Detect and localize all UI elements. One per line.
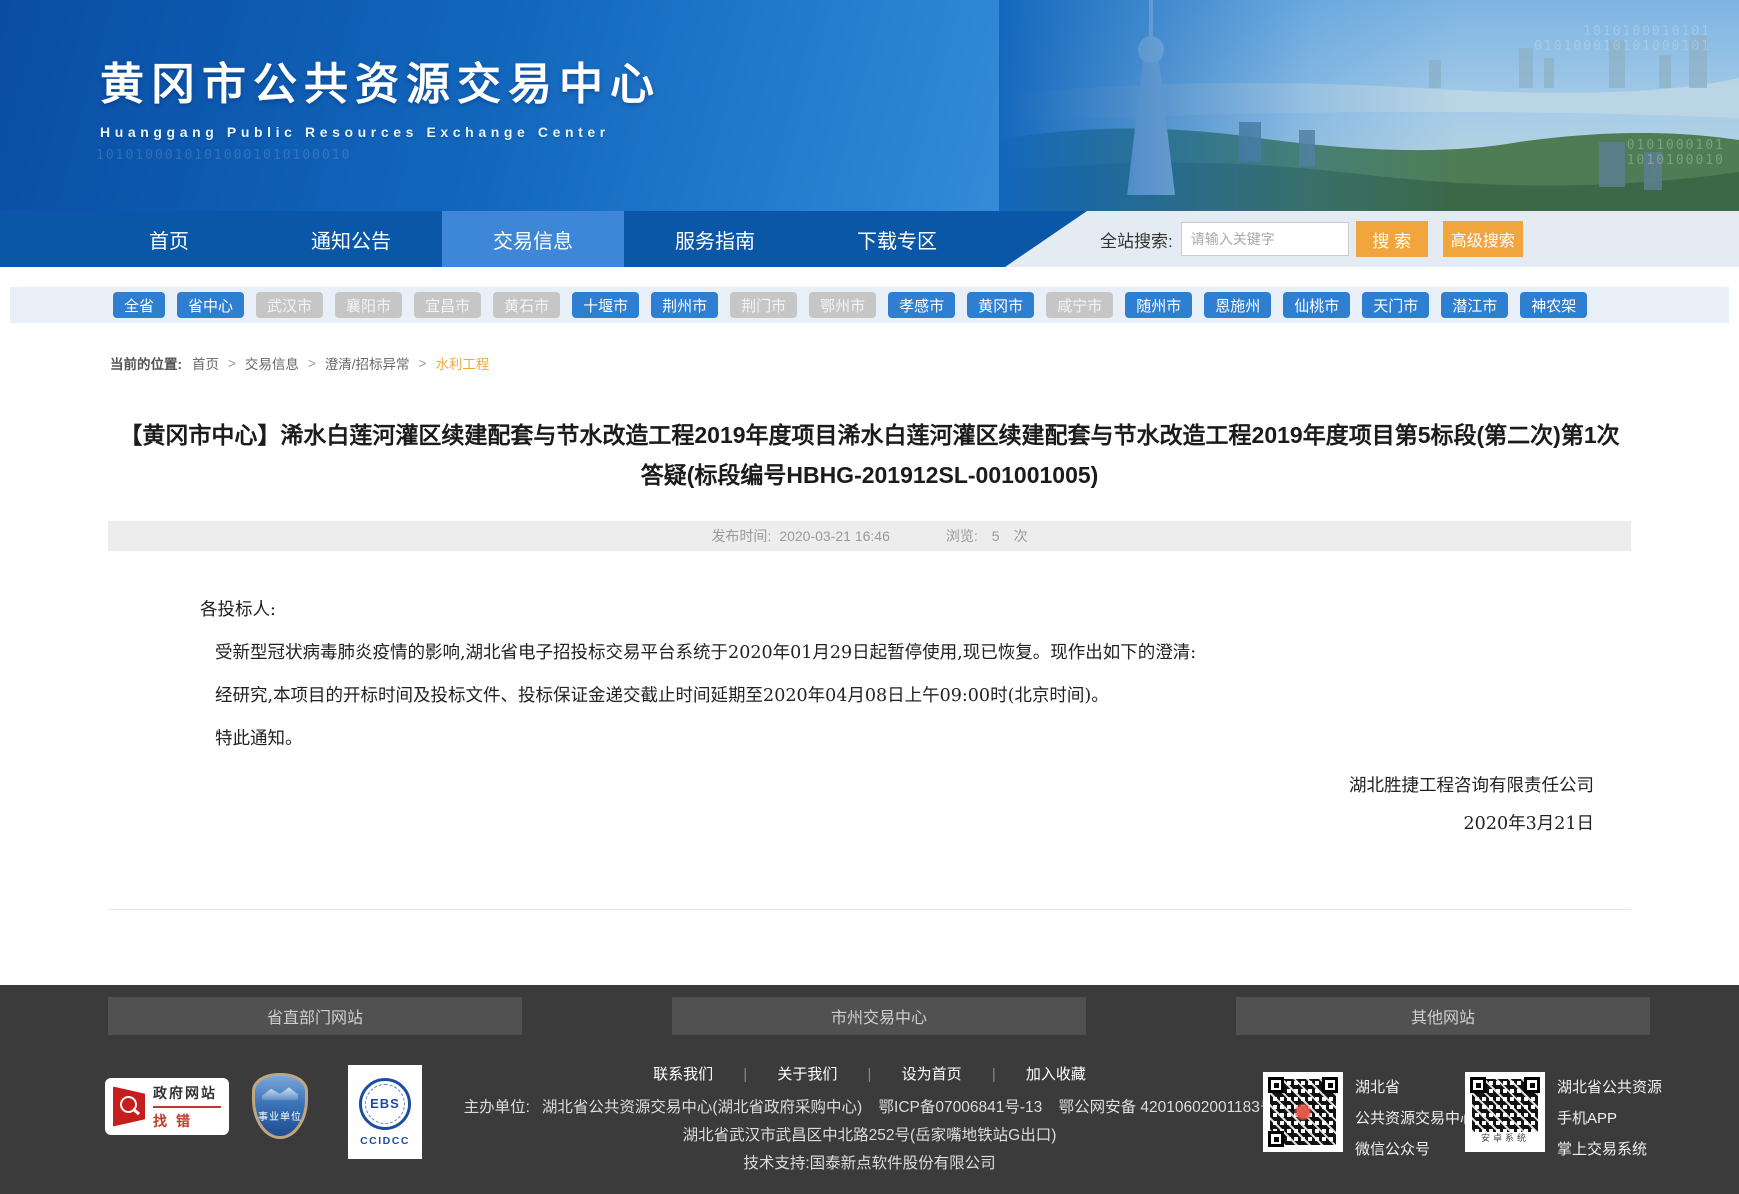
region-button[interactable]: 荆门市 xyxy=(730,292,797,318)
gov-site-error-line1: 政府网站 xyxy=(153,1083,221,1108)
region-button[interactable]: 孝感市 xyxy=(888,292,955,318)
nav-item-downloads[interactable]: 下载专区 xyxy=(806,211,988,267)
article-paragraph: 经研究,本项目的开标时间及投标文件、投标保证金递交截止时间延期至2020年04月… xyxy=(200,675,1599,718)
gov-site-error-text: 政府网站 找错 xyxy=(153,1083,221,1131)
main-navbar: 首页 通知公告 交易信息 服务指南 下载专区 全站搜索: 搜 索 高级搜索 xyxy=(0,211,1739,267)
nav-item-service-guide[interactable]: 服务指南 xyxy=(624,211,806,267)
region-button[interactable]: 鄂州市 xyxy=(809,292,876,318)
gov-site-error-report-badge[interactable]: 政府网站 找错 xyxy=(105,1078,229,1135)
breadcrumb-item-trade-info[interactable]: 交易信息 xyxy=(245,353,299,373)
breadcrumb-separator: > xyxy=(228,356,236,371)
views-label: 浏览: xyxy=(946,526,978,546)
public-security-license-link[interactable]: 鄂公网安备 42010602001183号 xyxy=(1059,1099,1276,1116)
content-divider xyxy=(108,909,1631,910)
region-button[interactable]: 仙桃市 xyxy=(1283,292,1350,318)
icp-license-link[interactable]: 鄂ICP备07006841号-13 xyxy=(879,1099,1043,1116)
article-paragraph: 特此通知。 xyxy=(200,718,1599,761)
footer-link-separator: | xyxy=(868,1066,872,1083)
region-button[interactable]: 天门市 xyxy=(1362,292,1429,318)
views-unit: 次 xyxy=(1014,526,1028,546)
nav-item-home[interactable]: 首页 xyxy=(78,211,260,267)
wechat-qr-code-image xyxy=(1263,1072,1343,1152)
site-title: 黄冈市公共资源交易中心 xyxy=(100,48,661,112)
ebs-caption: CCIDCC xyxy=(360,1135,410,1147)
region-filter-strip: 全省 省中心 武汉市 襄阳市 宜昌市 黄石市 十堰市 荆州市 荆门市 鄂州市 孝… xyxy=(10,287,1729,323)
region-button[interactable]: 省中心 xyxy=(177,292,244,318)
wechat-qr-labels: 湖北省 公共资源交易中心 微信公众号 xyxy=(1355,1072,1475,1165)
site-tab-city-centers[interactable]: 市州交易中心 xyxy=(672,997,1086,1035)
region-button[interactable]: 黄石市 xyxy=(493,292,560,318)
nav-item-trade-info[interactable]: 交易信息 xyxy=(442,211,624,267)
region-button[interactable]: 宜昌市 xyxy=(414,292,481,318)
breadcrumb-item-water-projects[interactable]: 水利工程 xyxy=(435,353,489,373)
organizer-name: 湖北省公共资源交易中心(湖北省政府采购中心) xyxy=(542,1099,862,1116)
binary-pattern: 10101000101010001010100010 xyxy=(96,148,352,163)
region-button[interactable]: 十堰市 xyxy=(572,292,639,318)
article-salutation: 各投标人: xyxy=(200,589,1599,632)
gov-site-error-line2: 找错 xyxy=(153,1111,221,1131)
article-paragraph: 受新型冠状病毒肺炎疫情的影响,湖北省电子招投标交易平台系统于2020年01月29… xyxy=(200,632,1599,675)
page: 1010100010101 010100010101000101 0101000… xyxy=(0,0,1739,1194)
android-caption: 安卓系统 xyxy=(1472,1132,1538,1145)
signature-date: 2020年3月21日 xyxy=(0,805,1594,843)
region-button[interactable]: 黄冈市 xyxy=(967,292,1034,318)
ebs-ring-icon: EBS xyxy=(359,1078,411,1130)
breadcrumb-item-clarification[interactable]: 澄清/招标异常 xyxy=(325,353,410,373)
region-button[interactable]: 随州市 xyxy=(1125,292,1192,318)
binary-pattern: 0101000101 1010100010 xyxy=(1627,138,1725,168)
app-qr-group: 安卓系统 湖北省公共资源 手机APP 掌上交易系统 xyxy=(1465,1072,1662,1165)
footer-link-add-favorite[interactable]: 加入收藏 xyxy=(1026,1066,1086,1083)
footer-link-separator: | xyxy=(743,1066,747,1083)
site-tab-other-sites[interactable]: 其他网站 xyxy=(1236,997,1650,1035)
region-button[interactable]: 全省 xyxy=(113,292,165,318)
views-count: 5 xyxy=(992,528,1000,544)
region-button[interactable]: 荆州市 xyxy=(651,292,718,318)
wechat-qr-group: 湖北省 公共资源交易中心 微信公众号 xyxy=(1263,1072,1475,1165)
ebs-certification-badge[interactable]: EBS CCIDCC xyxy=(348,1065,422,1159)
shield-label: 事业单位 xyxy=(258,1108,302,1123)
region-button[interactable]: 襄阳市 xyxy=(335,292,402,318)
site-subtitle: Huanggang Public Resources Exchange Cent… xyxy=(100,124,661,140)
article-meta-bar: 发布时间: 2020-03-21 16:46 浏览: 5 次 xyxy=(108,521,1631,551)
binary-pattern: 1010100010101 010100010101000101 xyxy=(1534,24,1711,54)
site-search-panel: 全站搜索: 搜 索 高级搜索 xyxy=(1005,211,1739,267)
search-label: 全站搜索: xyxy=(1100,227,1173,252)
friend-site-tabs: 省直部门网站 市州交易中心 其他网站 xyxy=(108,997,1650,1035)
organizer-label: 主办单位: xyxy=(464,1099,530,1116)
region-button[interactable]: 潜江市 xyxy=(1441,292,1508,318)
site-tab-provincial-departments[interactable]: 省直部门网站 xyxy=(108,997,522,1035)
breadcrumb-separator: > xyxy=(308,356,316,371)
app-qr-labels: 湖北省公共资源 手机APP 掌上交易系统 xyxy=(1557,1072,1662,1165)
wechat-qr-center-logo xyxy=(1294,1103,1312,1121)
breadcrumb-item-home[interactable]: 首页 xyxy=(192,353,219,373)
nav-item-notices[interactable]: 通知公告 xyxy=(260,211,442,267)
breadcrumb: 当前的位置: 首页 > 交易信息 > 澄清/招标异常 > 水利工程 xyxy=(110,353,1739,373)
region-button[interactable]: 恩施州 xyxy=(1204,292,1271,318)
magnifier-icon xyxy=(113,1087,145,1127)
signature-company: 湖北胜捷工程咨询有限责任公司 xyxy=(0,767,1594,805)
footer-link-about-us[interactable]: 关于我们 xyxy=(777,1066,837,1083)
app-qr-code-image: 安卓系统 xyxy=(1465,1072,1545,1152)
region-button[interactable]: 神农架 xyxy=(1520,292,1587,318)
article-title: 【黄冈市中心】浠水白莲河灌区续建配套与节水改造工程2019年度项目浠水白莲河灌区… xyxy=(115,415,1624,495)
article-signature: 湖北胜捷工程咨询有限责任公司 2020年3月21日 xyxy=(0,767,1594,843)
search-button[interactable]: 搜 索 xyxy=(1356,221,1428,257)
publish-time-value: 2020-03-21 16:46 xyxy=(779,528,890,544)
article-body: 各投标人: 受新型冠状病毒肺炎疫情的影响,湖北省电子招投标交易平台系统于2020… xyxy=(200,589,1599,761)
breadcrumb-separator: > xyxy=(419,356,427,371)
publish-time-label: 发布时间: xyxy=(711,526,771,546)
advanced-search-button[interactable]: 高级搜索 xyxy=(1443,221,1523,257)
footer-link-set-homepage[interactable]: 设为首页 xyxy=(902,1066,962,1083)
footer: 省直部门网站 市州交易中心 其他网站 联系我们 | 关于我们 | 设为首页 | … xyxy=(0,985,1739,1194)
breadcrumb-label: 当前的位置: xyxy=(110,353,182,373)
footer-link-contact-us[interactable]: 联系我们 xyxy=(653,1066,713,1083)
region-button[interactable]: 武汉市 xyxy=(256,292,323,318)
region-button[interactable]: 咸宁市 xyxy=(1046,292,1113,318)
search-input[interactable] xyxy=(1181,222,1349,256)
footer-link-separator: | xyxy=(992,1066,996,1083)
ebs-text: EBS xyxy=(370,1096,400,1111)
banner: 1010100010101 010100010101000101 0101000… xyxy=(0,0,1739,211)
site-logo[interactable]: 黄冈市公共资源交易中心 Huanggang Public Resources E… xyxy=(100,48,661,140)
